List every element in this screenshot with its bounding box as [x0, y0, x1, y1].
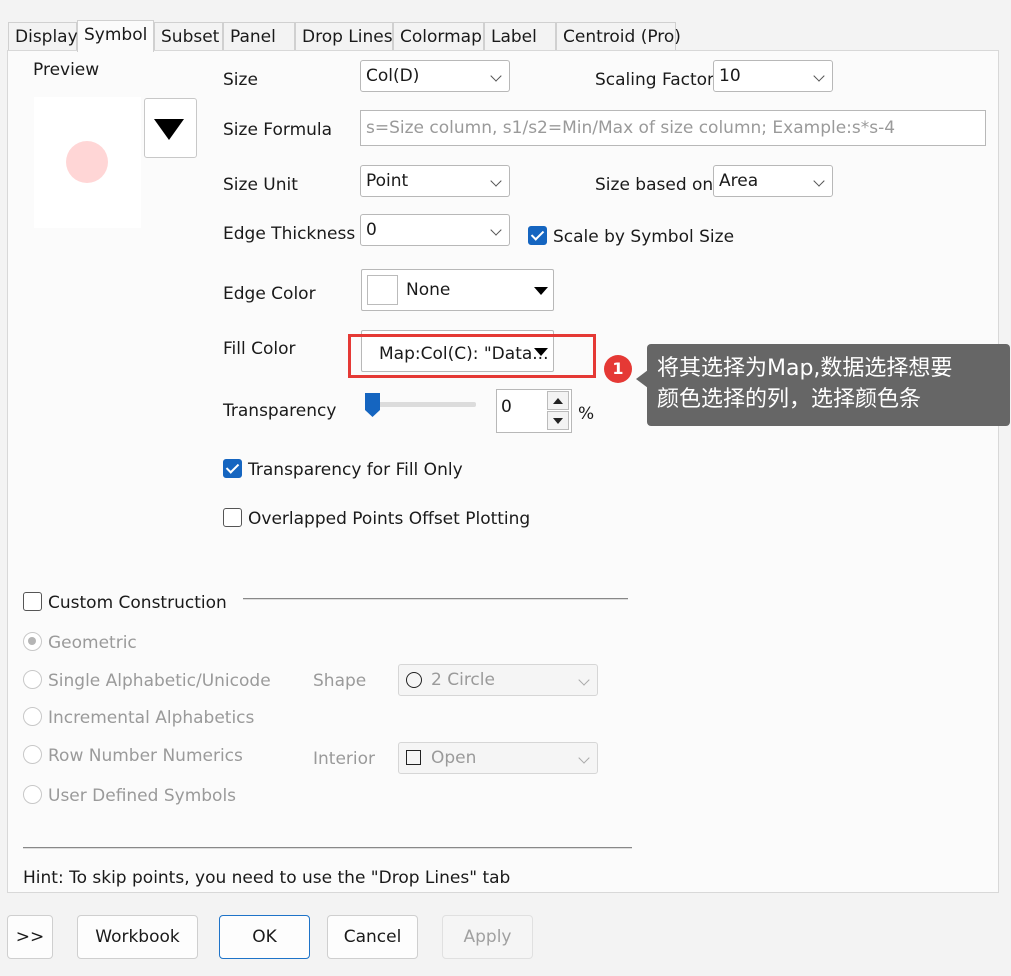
overlapped-offset-label: Overlapped Points Offset Plotting	[248, 509, 531, 529]
group-divider	[243, 598, 628, 600]
custom-construction-checkbox[interactable]	[23, 592, 42, 611]
interior-combo[interactable]: Open	[398, 742, 598, 774]
chevron-down-icon	[490, 70, 502, 82]
color-swatch	[367, 275, 398, 305]
edge-color-button[interactable]: None	[361, 269, 554, 311]
hint-text: Hint: To skip points, you need to use th…	[23, 868, 511, 888]
user-defined-symbols-label: User Defined Symbols	[48, 786, 237, 806]
size-label: Size	[223, 70, 258, 90]
chevron-down-icon	[490, 224, 502, 236]
overlapped-offset-checkbox[interactable]	[223, 508, 242, 527]
spin-down-button[interactable]	[547, 411, 569, 430]
hint-divider	[23, 847, 632, 849]
symbol-dropdown-button[interactable]	[144, 98, 197, 158]
fill-color-label: Fill Color	[223, 339, 296, 359]
interior-label: Interior	[313, 749, 376, 769]
tab-drop-lines[interactable]: Drop Lines	[295, 22, 393, 50]
transparency-label: Transparency	[223, 401, 337, 421]
interior-value: Open	[431, 748, 477, 768]
square-icon	[406, 750, 421, 765]
custom-construction-label: Custom Construction	[48, 593, 227, 613]
expand-button[interactable]: >>	[7, 915, 53, 959]
scaling-factor-combo[interactable]: 10	[713, 60, 833, 92]
workbook-button[interactable]: Workbook	[77, 915, 198, 959]
chevron-down-icon	[578, 752, 590, 764]
preview-label: Preview	[33, 60, 100, 80]
size-based-on-label: Size based on	[595, 175, 714, 195]
single-alphabetic-radio[interactable]	[23, 670, 42, 689]
tab-centroid-pro[interactable]: Centroid (Pro)	[556, 22, 681, 50]
user-defined-symbols-radio[interactable]	[23, 785, 42, 804]
transparency-value: 0	[501, 397, 512, 417]
cancel-button[interactable]: Cancel	[327, 915, 418, 959]
size-formula-label: Size Formula	[223, 120, 333, 140]
size-based-on-value: Area	[719, 171, 759, 191]
annotation-tooltip: 将其选择为Map,数据选择想要 颜色选择的列，选择颜色条	[647, 344, 1010, 426]
tab-display[interactable]: Display	[8, 22, 78, 50]
edge-thickness-label: Edge Thickness	[223, 224, 356, 244]
shape-label: Shape	[313, 671, 367, 691]
apply-button[interactable]: Apply	[442, 915, 533, 959]
triangle-down-icon	[553, 418, 563, 424]
ok-button[interactable]: OK	[219, 915, 310, 959]
tab-label[interactable]: Label	[484, 22, 556, 50]
triangle-down-icon	[534, 287, 548, 295]
highlight-box	[348, 334, 596, 378]
tab-subset[interactable]: Subset	[154, 22, 223, 50]
transparency-fill-only-label: Transparency for Fill Only	[248, 460, 463, 480]
edge-color-value: None	[406, 280, 451, 300]
size-formula-input[interactable]: s=Size column, s1/s2=Min/Max of size col…	[360, 110, 986, 146]
geometric-radio[interactable]	[23, 632, 42, 651]
size-combo[interactable]: Col(D)	[360, 60, 510, 92]
triangle-down-icon	[154, 119, 184, 140]
tab-panel[interactable]: Panel	[223, 22, 295, 50]
chevron-down-icon	[813, 175, 825, 187]
triangle-up-icon	[553, 398, 563, 404]
slider-thumb-icon	[365, 393, 380, 417]
edge-color-label: Edge Color	[223, 284, 316, 304]
circle-icon	[406, 672, 422, 688]
tab-colormap[interactable]: Colormap	[393, 22, 484, 50]
size-unit-combo[interactable]: Point	[360, 165, 510, 197]
circle-marker-icon	[66, 141, 108, 183]
scaling-factor-value: 10	[719, 66, 741, 86]
chevron-down-icon	[813, 70, 825, 82]
annotation-text-line-2: 颜色选择的列，选择颜色条	[657, 387, 922, 412]
shape-combo[interactable]: 2 Circle	[398, 664, 598, 696]
size-based-on-combo[interactable]: Area	[713, 165, 833, 197]
transparency-slider-track[interactable]	[368, 402, 476, 407]
scale-by-symbol-size-checkbox[interactable]	[528, 226, 547, 245]
chevron-down-icon	[490, 175, 502, 187]
row-number-numerics-radio[interactable]	[23, 745, 42, 764]
size-value: Col(D)	[366, 66, 420, 86]
step-number-badge: 1	[604, 355, 632, 383]
percent-label: %	[578, 404, 595, 424]
transparency-slider-thumb[interactable]	[364, 392, 381, 418]
annotation-text-line-1: 将其选择为Map,数据选择想要	[657, 356, 953, 381]
transparency-spinbox[interactable]: 0	[496, 389, 572, 433]
scale-by-symbol-size-label: Scale by Symbol Size	[553, 227, 735, 247]
size-unit-value: Point	[366, 171, 409, 191]
incremental-alphabetics-label: Incremental Alphabetics	[48, 708, 255, 728]
edge-thickness-value: 0	[366, 220, 377, 240]
size-unit-label: Size Unit	[223, 175, 298, 195]
scaling-factor-label: Scaling Factor	[595, 70, 715, 90]
edge-thickness-combo[interactable]: 0	[360, 214, 510, 246]
transparency-fill-only-checkbox[interactable]	[223, 459, 242, 478]
row-number-numerics-label: Row Number Numerics	[48, 746, 243, 766]
geometric-label: Geometric	[48, 633, 137, 653]
single-alphabetic-label: Single Alphabetic/Unicode	[48, 671, 271, 691]
spin-up-button[interactable]	[547, 391, 569, 410]
incremental-alphabetics-radio[interactable]	[23, 707, 42, 726]
chevron-down-icon	[578, 674, 590, 686]
shape-value: 2 Circle	[431, 670, 495, 690]
preview-box	[34, 97, 141, 228]
tab-symbol[interactable]: Symbol	[77, 20, 154, 52]
